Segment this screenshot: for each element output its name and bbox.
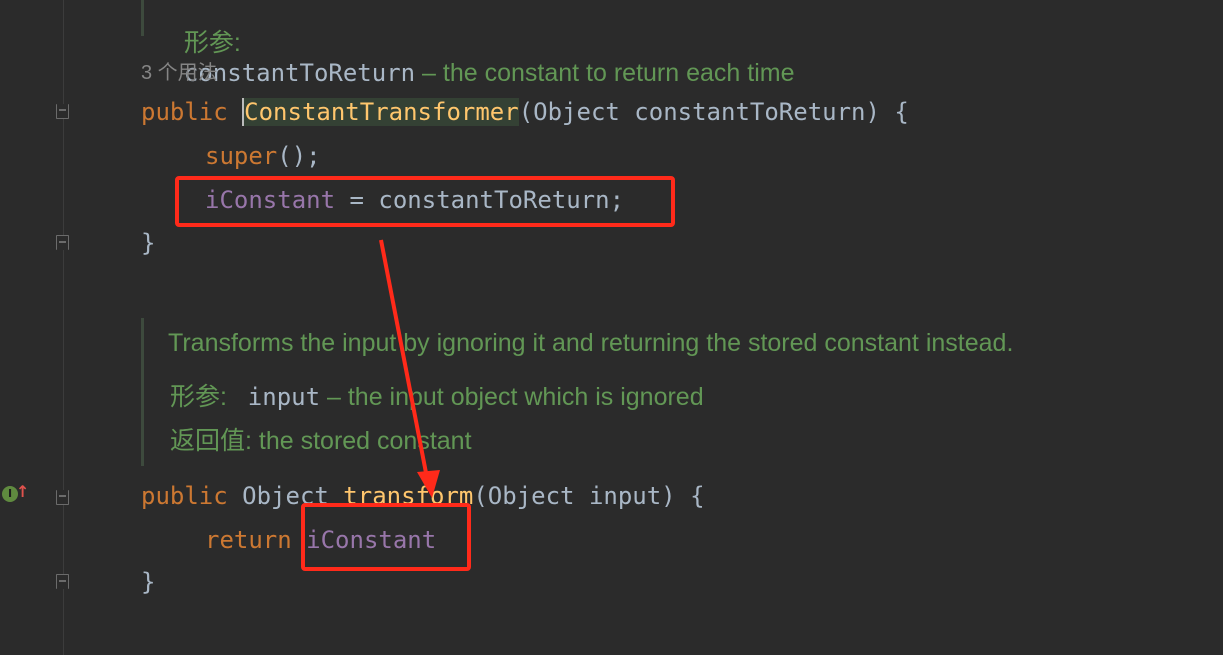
arrow-head bbox=[417, 470, 440, 498]
annotation-arrow bbox=[379, 239, 440, 498]
arrow-shaft bbox=[379, 239, 429, 479]
